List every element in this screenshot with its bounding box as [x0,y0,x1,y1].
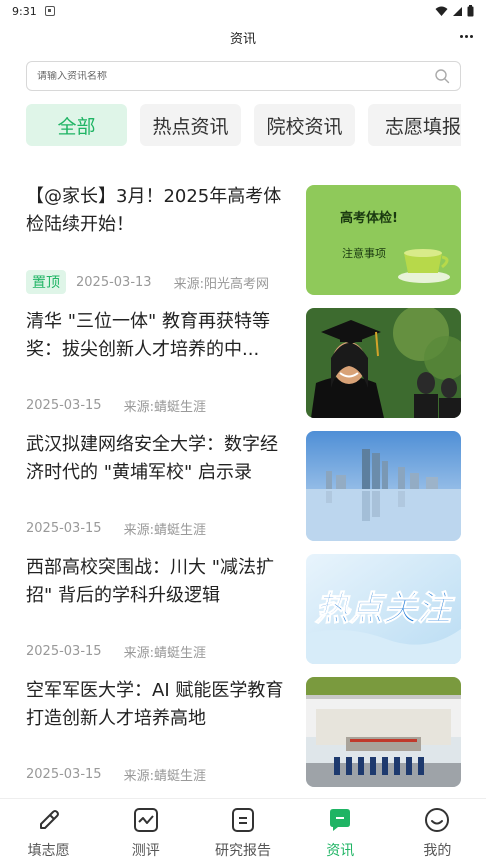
category-tabs: 全部 热点资讯 院校资讯 志愿填报 [26,104,461,148]
news-date: 2025-03-15 [26,397,102,413]
nav-label: 测评 [131,843,160,859]
bottom-nav: 填志愿 测评 研究报告 资讯 我的 [0,798,486,864]
nav-label: 填志愿 [27,843,70,859]
status-bar: 9:31 [0,0,486,22]
tab-application[interactable]: 志愿填报 [368,104,461,146]
nav-item-research-report[interactable]: 研究报告 [194,799,291,864]
nav-label: 资讯 [326,843,355,859]
tab-all[interactable]: 全部 [26,104,127,146]
news-item[interactable]: 武汉拟建网络安全大学：数字经济时代的 "黄埔军校" 启示录 2025-03-15… [26,431,461,541]
thumb-subline: 注意事项 [342,246,386,260]
news-date: 2025-03-15 [26,643,102,659]
news-item[interactable]: 空军军医大学：AI 赋能医学教育 打造创新人才培养高地 2025-03-15 来… [26,677,461,787]
news-meta: 2025-03-15 来源:蜻蜓生涯 [26,638,206,664]
tab-college-news[interactable]: 院校资讯 [254,104,355,146]
news-title: 清华 "三位一体" 教育再获特等奖：拔尖创新人才培养的中... [26,311,271,360]
news-thumbnail [306,431,461,541]
pencil-icon [34,805,64,835]
news-item[interactable]: 清华 "三位一体" 教育再获特等奖：拔尖创新人才培养的中... 2025-03-… [26,308,461,418]
app-header: 资讯 [0,22,486,52]
news-meta: 2025-03-15 来源:蜻蜓生涯 [26,515,206,541]
news-item[interactable]: 西部高校突围战：川大 "减法扩招" 背后的学科升级逻辑 2025-03-15 来… [26,554,461,664]
news-title: 西部高校突围战：川大 "减法扩招" 背后的学科升级逻辑 [26,557,274,606]
message-icon [325,805,355,835]
news-thumbnail [306,308,461,418]
nav-item-assessment[interactable]: 测评 [97,799,194,864]
news-source: 来源:阳光高考网 [173,276,269,292]
status-icons [435,5,474,17]
news-source: 来源:蜻蜓生涯 [123,522,206,538]
news-title: 【@家长】3月！2025年高考体检陆续开始！ [26,186,282,235]
news-thumbnail: 高考体检! 注意事项 [306,185,461,295]
wifi-icon [435,6,448,16]
news-source: 来源:蜻蜓生涯 [123,768,206,784]
news-meta: 置顶 2025-03-13 来源:阳光高考网 [26,269,269,295]
chart-icon [131,805,161,835]
pinned-badge: 置顶 [26,270,66,294]
search-icon[interactable] [434,68,450,84]
nav-label: 研究报告 [215,843,271,859]
nav-label: 我的 [423,843,452,859]
nav-item-fill-application[interactable]: 填志愿 [0,799,97,864]
nav-item-news[interactable]: 资讯 [292,799,389,864]
news-title: 空军军医大学：AI 赋能医学教育 打造创新人才培养高地 [26,680,284,729]
notification-icon [44,6,55,16]
news-date: 2025-03-15 [26,766,102,782]
news-meta: 2025-03-15 来源:蜻蜓生涯 [26,392,206,418]
nav-item-mine[interactable]: 我的 [389,799,486,864]
news-source: 来源:蜻蜓生涯 [123,399,206,415]
smile-icon [422,805,452,835]
news-item[interactable]: 【@家长】3月！2025年高考体检陆续开始！ 置顶 2025-03-13 来源:… [26,185,461,295]
more-menu-icon[interactable] [456,26,476,46]
news-date: 2025-03-15 [26,520,102,536]
status-time: 9:31 [12,4,37,18]
tab-hot-news[interactable]: 热点资讯 [140,104,241,146]
page-title: 资讯 [229,31,256,47]
news-title: 武汉拟建网络安全大学：数字经济时代的 "黄埔军校" 启示录 [26,434,278,483]
signal-icon [453,6,462,16]
news-thumbnail [306,677,461,787]
thumb-headline: 热点关注 [315,589,456,629]
news-date: 2025-03-13 [76,274,152,290]
news-source: 来源:蜻蜓生涯 [123,645,206,661]
search-bar[interactable] [26,61,461,91]
thumb-headline: 高考体检! [340,210,398,226]
battery-icon [467,5,474,17]
search-input[interactable] [37,70,434,82]
news-meta: 2025-03-15 来源:蜻蜓生涯 [26,761,206,787]
document-icon [228,805,258,835]
news-thumbnail: 热点关注 [306,554,461,664]
